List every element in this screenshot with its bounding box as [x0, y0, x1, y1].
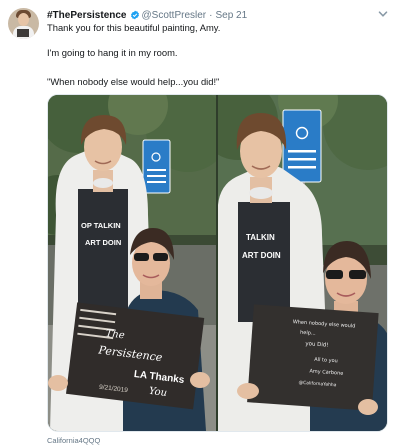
avatar-sign	[17, 29, 29, 37]
tweet[interactable]: #ThePersistence @ScottPresler · Sep 21 T…	[0, 0, 403, 447]
separator-dot: ·	[209, 9, 213, 21]
svg-text:ART DOIN: ART DOIN	[242, 251, 281, 260]
svg-text:ART DOIN: ART DOIN	[85, 238, 121, 247]
timestamp[interactable]: Sep 21	[215, 10, 247, 21]
photo-left[interactable]: OP TALKIN ART DOIN The Persistence LA Th…	[48, 95, 216, 431]
verified-badge-icon	[130, 10, 139, 20]
media-caption[interactable]: California4QQQ	[47, 436, 100, 445]
display-name[interactable]: #ThePersistence	[47, 10, 127, 21]
svg-text:You: You	[148, 386, 167, 399]
tweet-text-line: I'm going to hang it in my room.	[47, 47, 178, 58]
photo-left-image: OP TALKIN ART DOIN The Persistence LA Th…	[48, 95, 216, 431]
media-container[interactable]: OP TALKIN ART DOIN The Persistence LA Th…	[47, 94, 388, 432]
tweet-text-line: Thank you for this beautiful painting, A…	[47, 22, 221, 33]
chevron-down-icon[interactable]	[377, 8, 389, 20]
svg-text:TALKIN: TALKIN	[246, 233, 275, 242]
avatar-face	[18, 13, 29, 26]
photo-right-image: TALKIN ART DOIN When nobody else would h…	[218, 95, 387, 431]
avatar[interactable]	[8, 8, 39, 39]
tweet-text-line: "When nobody else would help...you did!"	[47, 76, 220, 87]
svg-text:The: The	[105, 328, 125, 341]
photo-right[interactable]: TALKIN ART DOIN When nobody else would h…	[218, 95, 387, 431]
svg-text:OP TALKIN: OP TALKIN	[81, 221, 121, 230]
svg-text:help...: help...	[300, 330, 316, 337]
tweet-header: #ThePersistence @ScottPresler · Sep 21	[47, 8, 247, 22]
handle[interactable]: @ScottPresler	[142, 10, 207, 21]
